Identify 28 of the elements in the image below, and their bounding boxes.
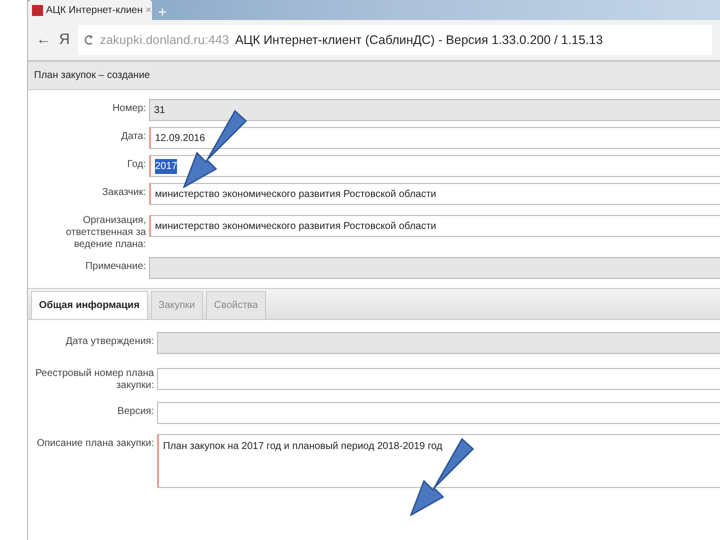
address-bar[interactable]: zakupki.donland.ru:443 АЦК Интернет-клиент (СаблинДС) - Версия 1.33.0.200 / 1.15.13 (78, 25, 712, 55)
field-label: Дата: (120, 130, 146, 143)
field-label: Версия: (116, 405, 154, 418)
input-field[interactable] (157, 402, 720, 424)
text-area[interactable]: План закупок на 2017 год и плановый период 2018-2019 год (157, 434, 720, 488)
url-text: zakupki.donland.ru:443 (100, 32, 230, 49)
browser-tab[interactable]: АЦК Интернет-клиен × (28, 0, 152, 20)
field-label: Организация, ответственная за ведение плана: (64, 214, 146, 251)
favicon-icon (32, 4, 43, 16)
field-label: Описание плана закупки: (36, 437, 154, 450)
input-field[interactable]: министерство экономического развития Ростовской области (149, 215, 720, 237)
yandex-button[interactable]: Я (59, 28, 70, 52)
field-label: Реестровый номер плана закупки: (34, 367, 154, 392)
page-title: АЦК Интернет-клиент (СаблинДС) - Версия 1.33.0.200 / 1.15.13 (235, 32, 603, 49)
input-field[interactable]: 12.09.2016 (149, 127, 720, 149)
field-label: Номер: (111, 102, 146, 115)
input-field[interactable] (157, 368, 720, 390)
tab[interactable]: Общая информация (31, 291, 148, 319)
back-button[interactable]: ← (36, 28, 51, 52)
input-field[interactable]: министерство экономического развития Ростовской области (149, 183, 720, 205)
field-label: Год: (126, 158, 146, 171)
tab-title: АЦК Интернет-клиен (46, 4, 143, 18)
field-label: Заказчик: (101, 186, 146, 199)
reload-icon[interactable] (84, 34, 94, 46)
field-label: Примечание: (84, 260, 146, 273)
field-label: Дата утверждения: (64, 335, 154, 348)
page-header: План закупок – создание (28, 62, 720, 90)
input-field[interactable]: 2017 (149, 155, 720, 177)
